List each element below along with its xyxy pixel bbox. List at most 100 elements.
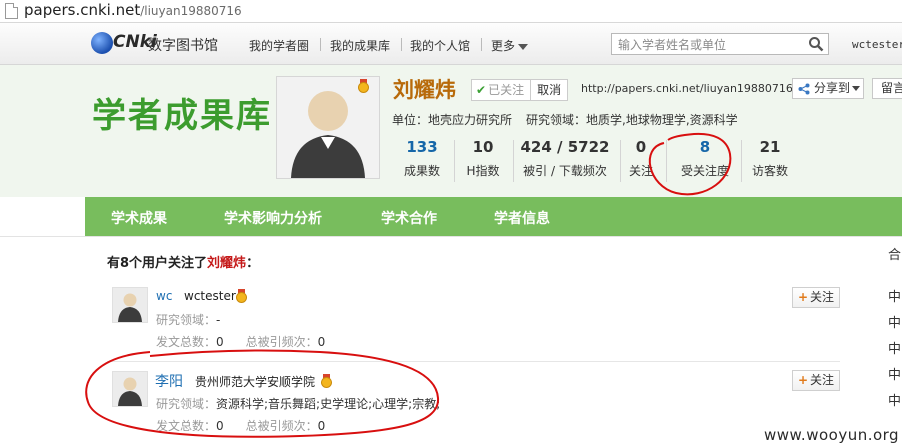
stat-divider xyxy=(620,140,621,182)
side-panel-item[interactable]: 中 xyxy=(888,338,901,357)
check-icon: ✔ xyxy=(476,83,487,97)
default-avatar-icon xyxy=(113,372,147,406)
side-panel-item[interactable]: 中 xyxy=(888,364,901,383)
stat-followers[interactable]: 8 受关注度 xyxy=(674,137,736,179)
cites-label: 总被引频次： xyxy=(245,419,318,433)
stat-label: H指数 xyxy=(466,164,500,178)
stat-value: 0 xyxy=(635,138,647,156)
share-button[interactable]: 分享到 xyxy=(792,78,864,99)
certified-medal-icon xyxy=(236,289,247,303)
scholar-search[interactable] xyxy=(611,33,829,55)
stat-results[interactable]: 133 成果数 xyxy=(396,137,448,179)
stat-divider xyxy=(454,140,455,182)
divider xyxy=(0,236,902,237)
stat-following[interactable]: 0 关注 xyxy=(624,137,658,179)
side-panel-item[interactable]: 中 xyxy=(888,286,901,305)
stat-value: 21 xyxy=(759,138,781,156)
stat-divider xyxy=(513,140,514,182)
tab-scholar-info[interactable]: 学者信息 xyxy=(494,208,550,228)
nav-my-library[interactable]: 我的个人馆 xyxy=(410,37,470,54)
follower-avatar[interactable] xyxy=(112,287,148,323)
stat-value: 133 xyxy=(406,138,438,156)
tab-academic-results[interactable]: 学术成果 xyxy=(111,208,167,228)
certified-medal-icon xyxy=(358,79,369,93)
field-value: - xyxy=(216,313,221,327)
nav-divider xyxy=(481,38,482,51)
cites-value: 0 xyxy=(317,335,326,349)
stat-value: 10 xyxy=(472,138,494,156)
unit-label: 单位： xyxy=(392,113,429,127)
follow-button[interactable]: + 关注 xyxy=(792,370,840,391)
stat-h-index: 10 H指数 xyxy=(460,137,506,179)
side-panel-header: 合 xyxy=(888,248,902,263)
nav-more-label: 更多 xyxy=(491,39,516,53)
papers-value: 0 xyxy=(216,419,224,433)
stat-label: 成果数 xyxy=(403,164,440,178)
default-avatar-icon xyxy=(113,288,147,322)
stat-label: 受关注度 xyxy=(680,164,729,178)
nav-divider xyxy=(320,38,321,51)
message-button[interactable]: 留言 xyxy=(872,78,902,99)
cites-label: 总被引频次： xyxy=(245,335,318,349)
scholar-meta: 单位：地壳应力研究所 研究领域：地质学,地球物理学,资源科学 xyxy=(392,111,738,128)
stat-label: 被引 / 下载频次 xyxy=(523,164,607,178)
follower-stats: 发文总数：0 总被引频次：0 xyxy=(156,417,325,434)
follower-name[interactable]: 李阳 xyxy=(155,371,183,391)
homepage-url[interactable]: http://papers.cnki.net/liuyan19880716 xyxy=(581,82,793,95)
headline-scholar-name: 刘耀炜 xyxy=(207,256,247,271)
follower-field: 研究领域：资源科学;音乐舞蹈;史学理论;心理学;宗教; xyxy=(156,395,440,412)
stat-citations-downloads: 424 / 5722 被引 / 下载频次 xyxy=(516,137,614,179)
tab-collaboration[interactable]: 学术合作 xyxy=(381,208,437,228)
nav-my-results[interactable]: 我的成果库 xyxy=(330,37,390,54)
scholar-name: 刘耀炜 xyxy=(393,78,456,102)
nav-more[interactable]: 更多 xyxy=(491,37,529,54)
stat-value: 8 xyxy=(699,138,711,156)
tab-influence-analysis[interactable]: 学术影响力分析 xyxy=(224,208,322,228)
unit-value[interactable]: 地壳应力研究所 xyxy=(428,113,512,127)
page-icon xyxy=(5,3,18,19)
follower-name[interactable]: wctester xyxy=(184,289,236,303)
cites-value: 0 xyxy=(317,419,326,433)
follower-short-name[interactable]: wc xyxy=(156,289,172,303)
cnki-logo-icon[interactable] xyxy=(91,32,113,54)
headline-prefix: 有8个用户关注了 xyxy=(107,256,208,271)
follower-institution[interactable]: 贵州师范大学安顺学院 xyxy=(195,373,315,390)
plus-icon: + xyxy=(797,290,809,304)
current-user[interactable]: wctester xyxy=(852,38,902,51)
stat-label: 关注 xyxy=(628,164,653,178)
stat-value: 424 / 5722 xyxy=(520,138,610,156)
papers-label: 发文总数： xyxy=(156,335,217,349)
nav-my-scholar-circle[interactable]: 我的学者圈 xyxy=(249,37,309,54)
field-value: 资源科学;音乐舞蹈;史学理论;心理学;宗教; xyxy=(216,397,441,411)
follower-avatar[interactable] xyxy=(112,371,148,407)
field-value[interactable]: 地质学,地球物理学,资源科学 xyxy=(586,113,738,127)
papers-label: 发文总数： xyxy=(156,419,217,433)
search-input[interactable] xyxy=(616,35,810,55)
url-text[interactable]: papers.cnki.net/liuyan19880716 xyxy=(24,1,242,19)
cancel-follow-button[interactable]: 取消 xyxy=(531,83,567,97)
certified-medal-icon xyxy=(321,374,332,388)
papers-value: 0 xyxy=(216,335,224,349)
stat-label: 访客数 xyxy=(751,164,788,178)
stat-divider xyxy=(741,140,742,182)
side-panel-item[interactable]: 中 xyxy=(888,390,901,409)
field-label: 研究领域： xyxy=(526,113,587,127)
side-panel-item[interactable]: 中 xyxy=(888,312,901,331)
headline-suffix: ： xyxy=(246,256,260,271)
follower-stats: 发文总数：0 总被引频次：0 xyxy=(156,333,325,350)
plus-icon: + xyxy=(797,373,809,387)
field-label: 研究领域： xyxy=(156,397,217,411)
caret-down-icon xyxy=(852,86,861,91)
url-path: /liuyan19880716 xyxy=(140,4,242,18)
logo-subtitle[interactable]: 数字图书馆 xyxy=(148,35,218,55)
follow-label: 关注 xyxy=(810,290,835,304)
follow-button[interactable]: + 关注 xyxy=(792,287,840,308)
share-icon xyxy=(798,83,810,95)
follower-field: 研究领域：- xyxy=(156,311,220,328)
share-label: 分享到 xyxy=(814,81,851,95)
caret-down-icon xyxy=(518,43,529,50)
stat-divider xyxy=(666,140,667,182)
nav-divider xyxy=(401,38,402,51)
watermark: www.wooyun.org xyxy=(764,426,900,444)
search-icon[interactable] xyxy=(808,36,824,52)
